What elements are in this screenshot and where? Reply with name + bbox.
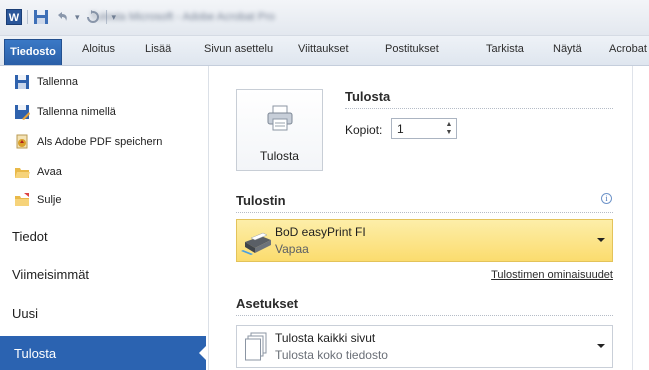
nav-info[interactable]: Tiedot bbox=[12, 229, 48, 244]
close-folder-icon bbox=[15, 193, 29, 206]
copies-value[interactable]: 1 bbox=[397, 122, 404, 136]
spinner-arrows-icon[interactable]: ▲ ▼ bbox=[444, 121, 454, 137]
print-button[interactable]: Tulosta bbox=[236, 89, 323, 171]
tab-acrobat[interactable]: Acrobat bbox=[609, 43, 647, 55]
print-heading: Tulosta bbox=[345, 89, 391, 104]
nav-open[interactable]: Avaa bbox=[14, 163, 62, 181]
undo-icon[interactable] bbox=[54, 9, 70, 25]
chevron-down-icon bbox=[597, 344, 605, 348]
nav-save-label: Tallenna bbox=[37, 76, 78, 88]
nav-save-as-adobe-pdf-label: Als Adobe PDF speichern bbox=[37, 136, 163, 148]
nav-save-as-label: Tallenna nimellä bbox=[37, 106, 116, 118]
divider bbox=[236, 212, 613, 213]
pages-icon bbox=[245, 332, 267, 361]
print-range-value: Tulosta kaikki sivut bbox=[275, 331, 376, 345]
nav-recent[interactable]: Viimeisimmät bbox=[12, 267, 89, 282]
print-panel: Tulosta Tulosta Kopiot: 1 ▲ ▼ Tulostin i … bbox=[209, 66, 649, 370]
open-folder-icon bbox=[15, 168, 30, 178]
nav-new[interactable]: Uusi bbox=[12, 306, 38, 321]
tab-home[interactable]: Aloitus bbox=[82, 43, 115, 55]
tab-insert[interactable]: Lisää bbox=[145, 43, 171, 55]
window-title: Tulosta Microsoft - Adobe Acrobat Pro bbox=[90, 11, 275, 23]
print-button-label: Tulosta bbox=[260, 149, 299, 163]
active-pointer bbox=[199, 345, 207, 361]
save-icon[interactable] bbox=[33, 9, 49, 25]
printer-section-title: Tulostin bbox=[236, 193, 286, 208]
tab-review[interactable]: Tarkista bbox=[486, 43, 524, 55]
copies-stepper[interactable]: 1 ▲ ▼ bbox=[391, 118, 457, 139]
copies-label: Kopiot: bbox=[345, 123, 383, 137]
print-range-description: Tulosta koko tiedosto bbox=[275, 348, 388, 362]
tab-page-layout[interactable]: Sivun asettelu bbox=[204, 43, 273, 55]
printer-status: Vapaa bbox=[275, 242, 309, 256]
nav-save[interactable]: Tallenna bbox=[14, 73, 78, 91]
settings-section-title: Asetukset bbox=[236, 296, 299, 311]
chevron-down-icon bbox=[597, 238, 605, 242]
save-icon bbox=[15, 75, 29, 89]
printer-icon bbox=[241, 232, 271, 255]
preview-divider bbox=[632, 66, 633, 370]
printer-dropdown[interactable]: BoD easyPrint FI Vapaa bbox=[236, 219, 613, 262]
tab-file[interactable]: Tiedosto bbox=[4, 39, 62, 65]
word-logo-icon[interactable]: W bbox=[6, 9, 22, 25]
printer-name: BoD easyPrint FI bbox=[275, 225, 366, 239]
tab-view[interactable]: Näytä bbox=[553, 43, 582, 55]
tab-mailings[interactable]: Postitukset bbox=[385, 43, 439, 55]
nav-save-as[interactable]: Tallenna nimellä bbox=[14, 103, 116, 121]
toolbar-separator bbox=[27, 10, 28, 24]
title-bar: W ▾ ▾ Tulosta Microsoft - Adobe Acrobat … bbox=[0, 0, 649, 36]
ribbon-tab-row: Tiedosto Aloitus Lisää Sivun asettelu Vi… bbox=[0, 36, 649, 66]
divider bbox=[236, 315, 613, 316]
info-icon[interactable]: i bbox=[601, 193, 612, 204]
nav-save-as-adobe-pdf[interactable]: Als Adobe PDF speichern bbox=[14, 133, 162, 151]
save-as-icon bbox=[15, 105, 30, 120]
nav-print-label: Tulosta bbox=[14, 346, 57, 361]
backstage-nav: Tallenna Tallenna nimellä Als Adobe PDF … bbox=[0, 66, 209, 370]
nav-close-label: Sulje bbox=[37, 194, 62, 206]
undo-dropdown-icon[interactable]: ▾ bbox=[75, 12, 80, 23]
printer-properties-link[interactable]: Tulostimen ominaisuudet bbox=[491, 269, 613, 281]
printer-icon bbox=[267, 105, 293, 131]
divider bbox=[345, 108, 613, 109]
tab-references[interactable]: Viittaukset bbox=[298, 43, 349, 55]
nav-print[interactable]: Tulosta bbox=[0, 336, 207, 370]
print-range-dropdown[interactable]: Tulosta kaikki sivut Tulosta koko tiedos… bbox=[236, 325, 613, 368]
nav-close[interactable]: Sulje bbox=[14, 191, 61, 209]
adobe-pdf-icon bbox=[16, 134, 28, 149]
nav-open-label: Avaa bbox=[37, 166, 62, 178]
